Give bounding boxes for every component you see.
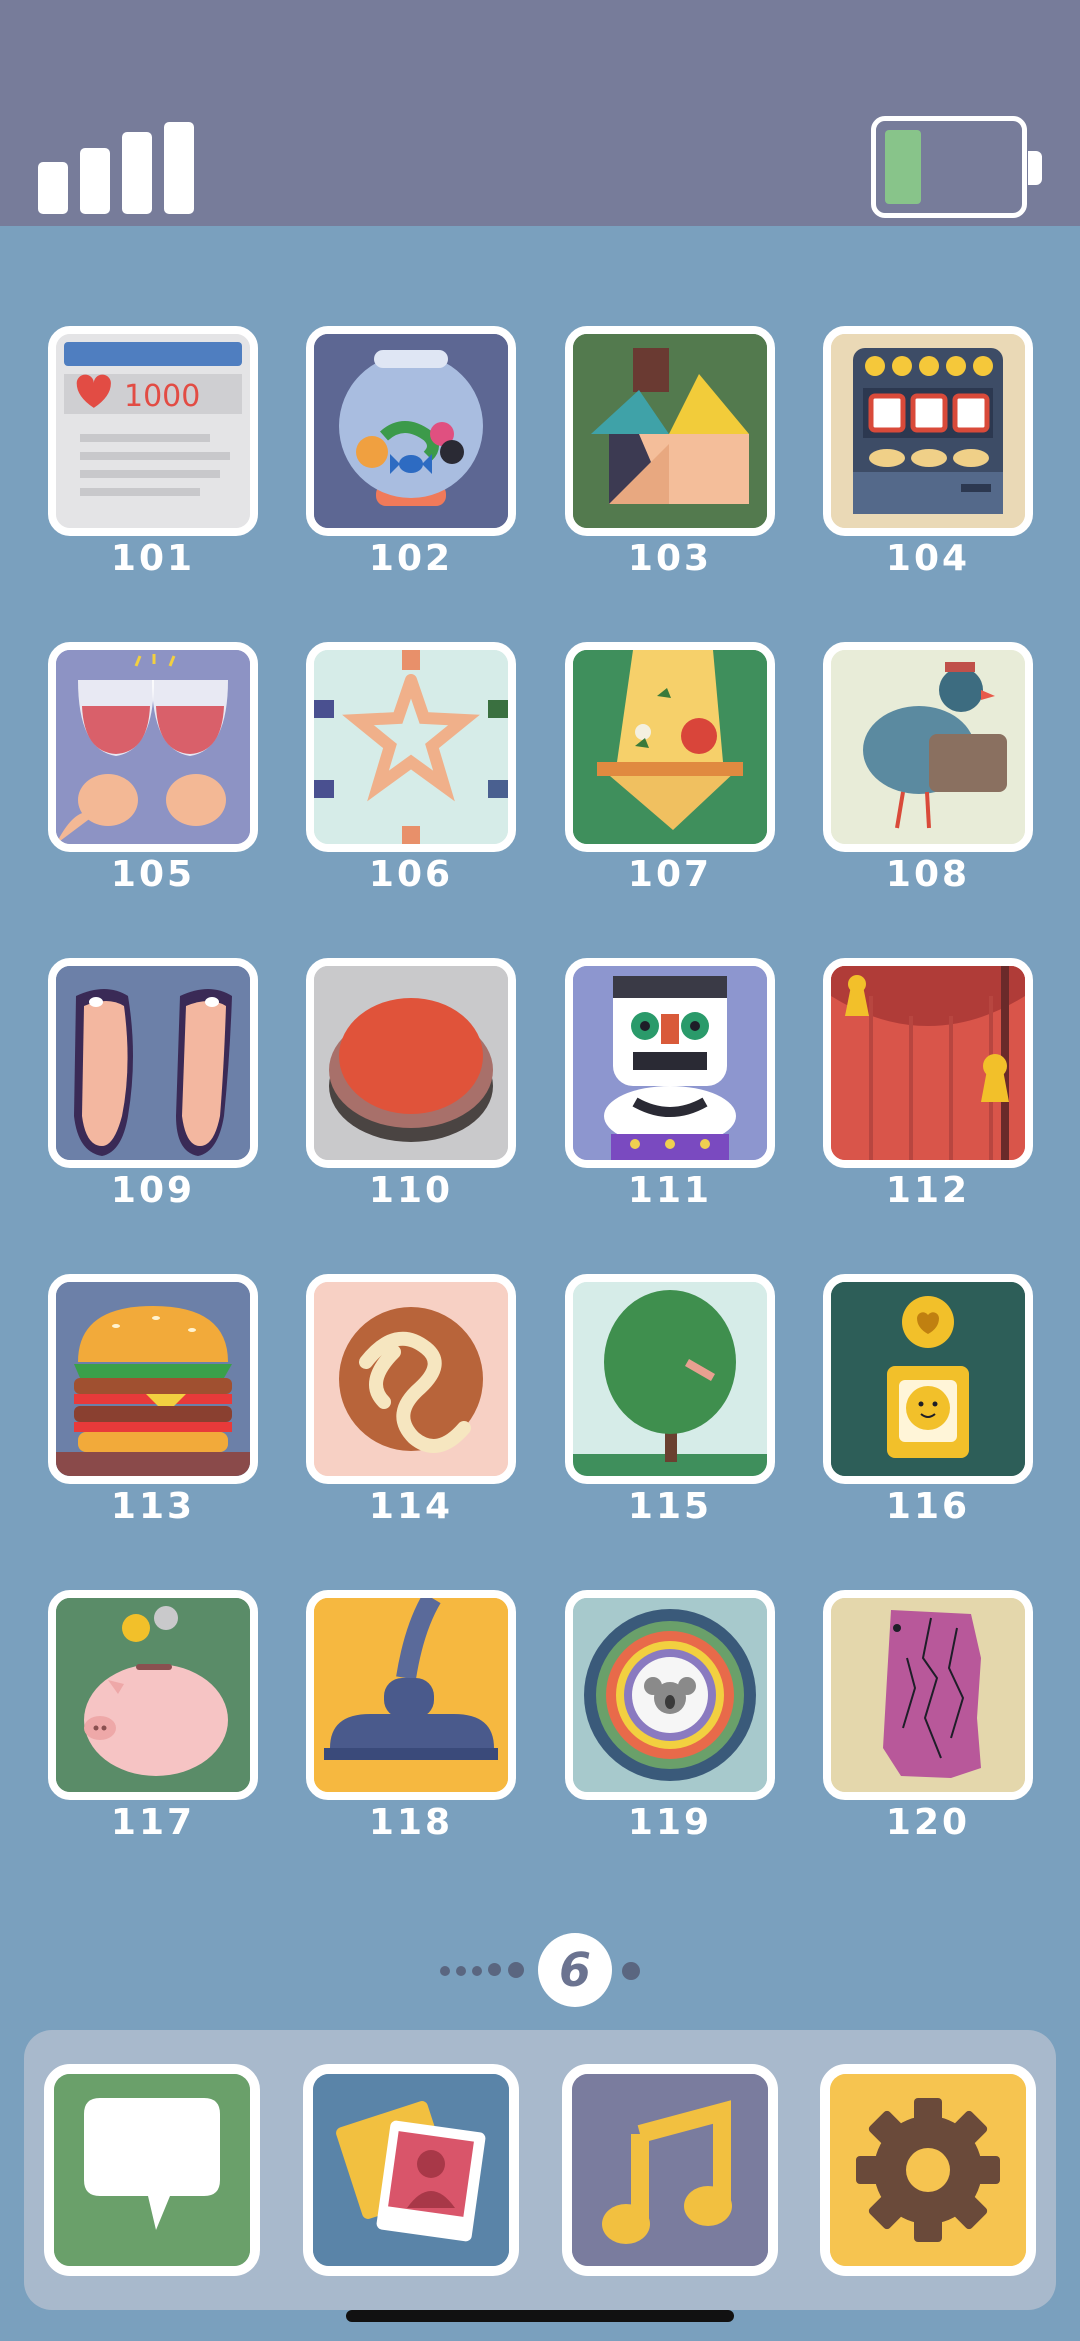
tangram-house-icon [565,326,775,536]
piggy-bank-icon [48,1590,258,1800]
level-number: 109 [110,1170,196,1211]
level-number: 119 [627,1802,713,1843]
page-dot[interactable] [440,1966,450,1976]
level-number: 111 [627,1170,713,1211]
koala-target-icon [565,1590,775,1800]
level-number: 102 [368,538,454,579]
page-dot[interactable] [472,1966,482,1976]
settings-gear-icon[interactable] [820,2064,1036,2276]
level-111[interactable]: 111 [565,958,775,1211]
tree-icon [565,1274,775,1484]
wine-toast-icon [48,642,258,852]
level-109[interactable]: 109 [48,958,258,1211]
level-106[interactable]: 106 [306,642,516,895]
level-101[interactable]: 1000 101 [48,326,258,579]
level-104[interactable]: 104 [823,326,1033,579]
level-number: 115 [627,1486,713,1527]
level-112[interactable]: 112 [823,958,1033,1211]
level-number: 113 [110,1486,196,1527]
heart-coin-box-icon [823,1274,1033,1484]
messages-icon[interactable] [44,2064,260,2276]
current-page-badge: 6 [538,1933,612,2007]
level-number: 105 [110,854,196,895]
level-number: 107 [627,854,713,895]
level-107[interactable]: 107 [565,642,775,895]
level-number: 114 [368,1486,454,1527]
photos-icon[interactable] [303,2064,519,2276]
level-number: 117 [110,1802,196,1843]
level-number: 112 [885,1170,971,1211]
level-118[interactable]: 118 [306,1590,516,1843]
slot-machine-icon [823,326,1033,536]
level-102[interactable]: 102 [306,326,516,579]
page-dot[interactable] [488,1963,501,1976]
level-number: 108 [885,854,971,895]
flip-flops-icon [48,958,258,1168]
home-indicator[interactable] [346,2310,734,2322]
level-115[interactable]: 115 [565,1274,775,1527]
level-number: 110 [368,1170,454,1211]
page-dot[interactable] [622,1962,640,1980]
level-103[interactable]: 103 [565,326,775,579]
level-number: 104 [885,538,971,579]
cinnamon-bun-icon [306,1274,516,1484]
level-114[interactable]: 114 [306,1274,516,1527]
level-108[interactable]: 108 [823,642,1033,895]
stage-curtain-icon [823,958,1033,1168]
pizza-slice-icon [565,642,775,852]
page-dot[interactable] [508,1962,524,1978]
level-105[interactable]: 105 [48,642,258,895]
torn-paper-icon [823,1590,1033,1800]
level-number: 118 [368,1802,454,1843]
page-dot[interactable] [456,1966,466,1976]
level-120[interactable]: 120 [823,1590,1033,1843]
red-button-icon [306,958,516,1168]
social-post-likes-icon: 1000 [48,326,258,536]
svg-text:1000: 1000 [124,379,200,414]
level-grid: 1000 101 102 103 104 105 106 107 108 109… [0,0,1080,1900]
level-number: 116 [885,1486,971,1527]
level-number: 106 [368,854,454,895]
level-number: 103 [627,538,713,579]
level-113[interactable]: 113 [48,1274,258,1527]
level-110[interactable]: 110 [306,958,516,1211]
lion-dance-icon [565,958,775,1168]
burger-icon [48,1274,258,1484]
level-119[interactable]: 119 [565,1590,775,1843]
music-icon[interactable] [562,2064,778,2276]
level-number: 101 [110,538,196,579]
level-116[interactable]: 116 [823,1274,1033,1527]
level-number: 120 [885,1802,971,1843]
vacuum-cleaner-icon [306,1590,516,1800]
pigeon-mailbag-icon [823,642,1033,852]
hands-star-icon [306,642,516,852]
level-117[interactable]: 117 [48,1590,258,1843]
candy-jar-icon [306,326,516,536]
